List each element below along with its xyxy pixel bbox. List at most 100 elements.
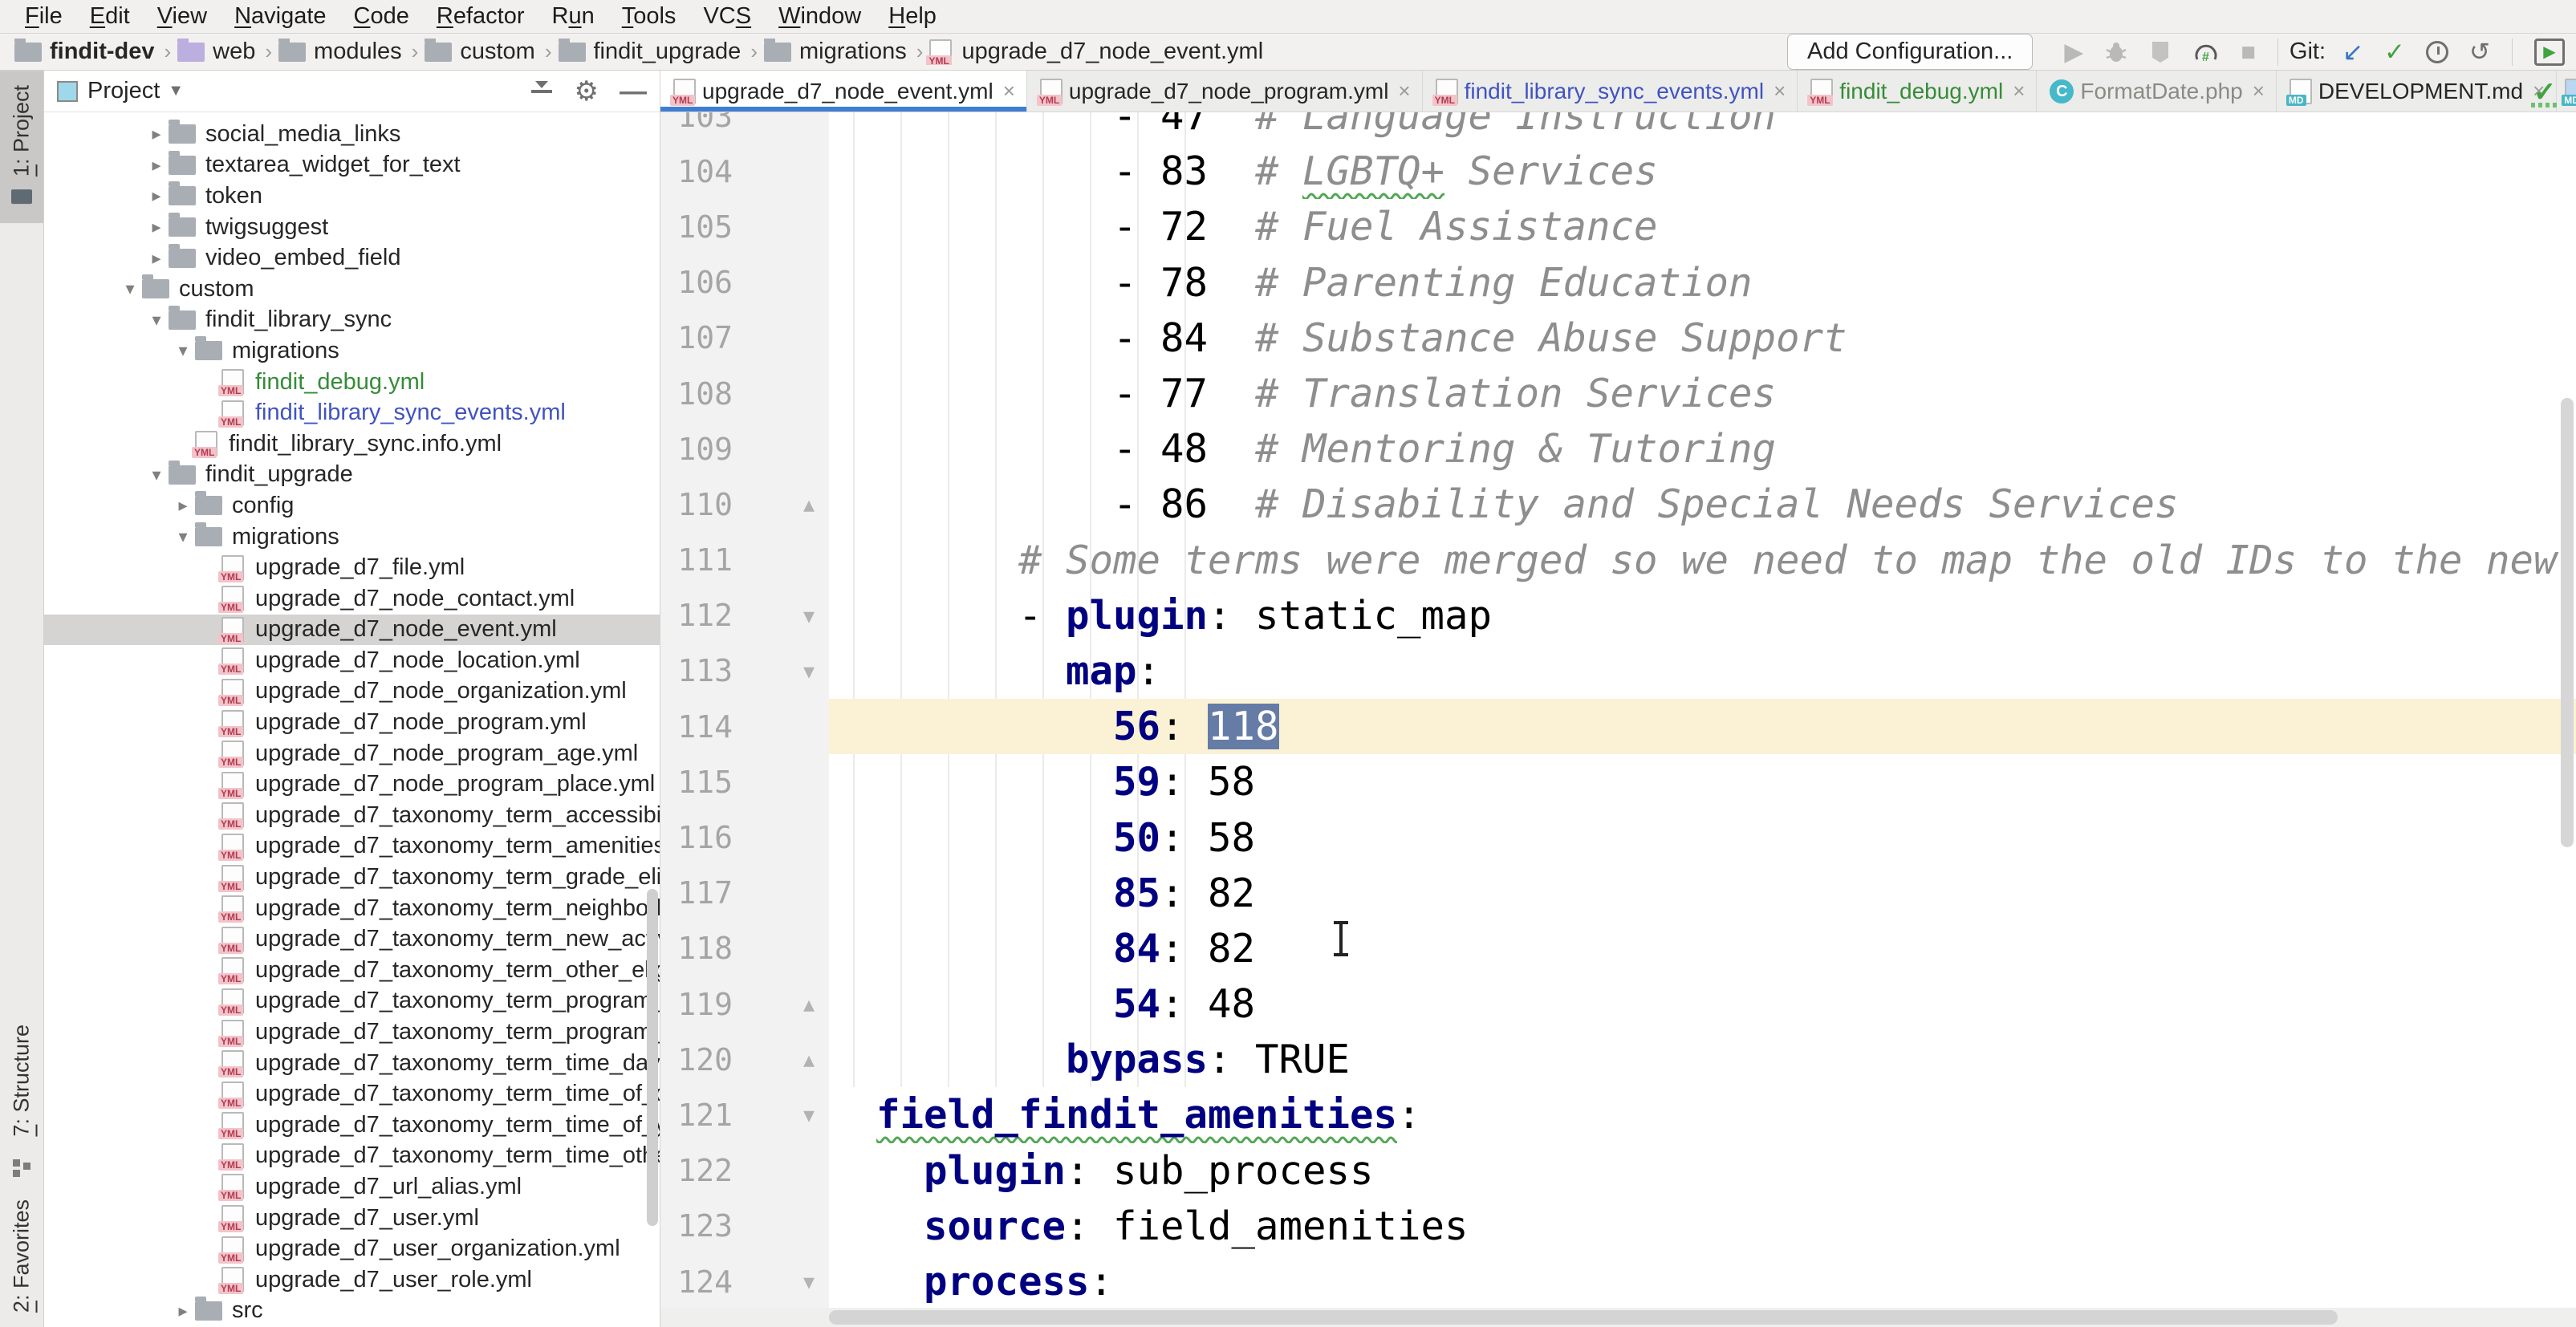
tree-row[interactable]: upgrade_d7_taxonomy_term_time_of_day.y <box>44 1078 660 1110</box>
chevron-down-icon[interactable]: ▼ <box>168 82 184 100</box>
menu-item-navigate[interactable]: Navigate <box>221 3 339 30</box>
chevron-collapsed-icon[interactable]: ▸ <box>144 185 169 206</box>
add-configuration-button[interactable]: Add Configuration... <box>1787 34 2033 70</box>
tree-row[interactable]: upgrade_d7_node_organization.yml <box>44 676 660 708</box>
tree-row[interactable]: upgrade_d7_file.yml <box>44 552 660 583</box>
stop-icon[interactable]: ■ <box>2241 39 2256 64</box>
code-line[interactable]: 117 85: 82 <box>660 866 2576 921</box>
tree-row[interactable]: upgrade_d7_node_program.yml <box>44 707 660 738</box>
tree-row[interactable]: upgrade_d7_taxonomy_term_time_of_year. <box>44 1110 660 1141</box>
fold-icon[interactable]: ▾ <box>803 1102 815 1128</box>
hide-panel-icon[interactable]: — <box>620 78 647 105</box>
tab-close-icon[interactable]: × <box>2013 79 2025 103</box>
run-icon[interactable]: ▶ <box>2064 39 2083 64</box>
tree-row[interactable]: upgrade_d7_taxonomy_term_neighborhoo <box>44 893 660 924</box>
chevron-expanded-icon[interactable]: ▾ <box>144 310 169 331</box>
inspection-status-icon[interactable]: ✓ <box>2531 79 2558 108</box>
menu-item-vcs[interactable]: VCS <box>689 3 765 30</box>
editor-vscrollbar[interactable] <box>2561 398 2574 847</box>
tab[interactable]: findit_debug.yml× <box>1798 71 2037 112</box>
tree-row[interactable]: ▸social_media_links <box>44 119 660 150</box>
terminal-icon[interactable]: ▶ <box>2534 39 2565 66</box>
code-line[interactable]: 103 - 47 # Language Instruction <box>660 112 2576 144</box>
tree-row[interactable]: upgrade_d7_taxonomy_term_other_eligibili <box>44 955 660 986</box>
chevron-expanded-icon[interactable]: ▾ <box>171 340 195 361</box>
fold-icon[interactable]: ▴ <box>803 1046 815 1073</box>
hidden-tabs-indicator[interactable]: :▾☰2 <box>2557 71 2576 112</box>
chevron-expanded-icon[interactable]: ▾ <box>171 526 195 547</box>
tree-row[interactable]: findit_debug.yml <box>44 367 660 398</box>
tree-row[interactable]: ▾findit_upgrade <box>44 460 660 491</box>
tree-row[interactable]: upgrade_d7_user.yml <box>44 1203 660 1234</box>
tree-row[interactable]: upgrade_d7_url_alias.yml <box>44 1171 660 1203</box>
coverage-icon[interactable] <box>2149 40 2172 64</box>
tree-row[interactable]: upgrade_d7_node_location.yml <box>44 645 660 676</box>
code-line[interactable]: 123 source: field_amenities <box>660 1199 2576 1254</box>
tree-row[interactable]: ▸config <box>44 490 660 521</box>
toolwindow-tab-favorites[interactable]: 2: Favorites <box>0 1185 43 1327</box>
tab-close-icon[interactable]: × <box>2253 79 2265 103</box>
tree-row[interactable]: upgrade_d7_user_role.yml <box>44 1264 660 1296</box>
tree-row[interactable]: ▸twigsuggest <box>44 212 660 243</box>
code-line[interactable]: 115 59: 58 <box>660 754 2576 810</box>
breadcrumb-item[interactable]: upgrade_d7_node_event.yml <box>929 39 1266 65</box>
code-line[interactable]: 112▾ - plugin: static_map <box>660 588 2576 643</box>
chevron-expanded-icon[interactable]: ▾ <box>144 465 169 485</box>
project-panel-title[interactable]: Project <box>87 78 160 104</box>
tree-row[interactable]: upgrade_d7_user_organization.yml <box>44 1233 660 1264</box>
tab-close-icon[interactable]: × <box>1774 79 1786 103</box>
chevron-collapsed-icon[interactable]: ▸ <box>144 155 169 176</box>
code-line[interactable]: 111 # Some terms were merged so we need … <box>660 533 2576 588</box>
fold-icon[interactable]: ▾ <box>803 1268 815 1295</box>
breadcrumb-item[interactable]: migrations <box>764 39 910 65</box>
fold-icon[interactable]: ▾ <box>803 658 815 684</box>
code-line[interactable]: 109 - 48 # Mentoring & Tutoring <box>660 421 2576 477</box>
menu-item-view[interactable]: View <box>144 3 221 30</box>
code-line[interactable]: 120▴ bypass: TRUE <box>660 1032 2576 1087</box>
fold-icon[interactable]: ▴ <box>803 491 815 517</box>
menu-item-window[interactable]: Window <box>765 3 875 30</box>
code-line[interactable]: 114 56: 118 <box>660 699 2576 754</box>
tab[interactable]: upgrade_d7_node_event.yml× <box>660 71 1027 112</box>
code-line[interactable]: 113▾ map: <box>660 643 2576 699</box>
menu-item-file[interactable]: File <box>11 3 76 30</box>
breadcrumb-item[interactable]: web <box>177 39 258 65</box>
code-line[interactable]: 118 84: 82 <box>660 921 2576 976</box>
chevron-collapsed-icon[interactable]: ▸ <box>144 248 169 269</box>
tab-close-icon[interactable]: × <box>1003 79 1015 103</box>
tree-row[interactable]: upgrade_d7_node_event.yml <box>44 615 660 646</box>
menu-item-tools[interactable]: Tools <box>608 3 690 30</box>
menu-item-edit[interactable]: Edit <box>76 3 144 30</box>
code-line[interactable]: 124▾ process: <box>660 1254 2576 1309</box>
settings-gear-icon[interactable]: ⚙ <box>575 78 599 105</box>
toolwindow-tab-project[interactable]: 1: Project <box>0 71 43 223</box>
tree-row[interactable]: upgrade_d7_taxonomy_term_new_activities <box>44 923 660 955</box>
tree-row[interactable]: upgrade_d7_taxonomy_term_program_cate <box>44 986 660 1017</box>
breadcrumb-item[interactable]: custom <box>425 39 538 65</box>
code-line[interactable]: 108 - 77 # Translation Services <box>660 366 2576 421</box>
tree-row[interactable]: ▸video_embed_field <box>44 242 660 274</box>
git-history-icon[interactable] <box>2426 41 2448 63</box>
tree-row[interactable]: upgrade_d7_node_program_place.yml <box>44 769 660 800</box>
tree-row[interactable]: upgrade_d7_taxonomy_term_amenities.yml <box>44 831 660 862</box>
tree-row[interactable]: ▾migrations <box>44 335 660 367</box>
editor-hscrollbar[interactable] <box>660 1308 2576 1327</box>
tree-row[interactable]: ▸textarea_widget_for_text <box>44 150 660 181</box>
code-line[interactable]: 116 50: 58 <box>660 810 2576 865</box>
tree-scrollbar[interactable] <box>647 889 658 1226</box>
chevron-collapsed-icon[interactable]: ▸ <box>171 495 195 516</box>
git-update-icon[interactable]: ↙ <box>2342 39 2363 64</box>
tree-row[interactable]: upgrade_d7_taxonomy_term_accessibility_c <box>44 800 660 831</box>
chevron-collapsed-icon[interactable]: ▸ <box>171 1301 195 1321</box>
breadcrumb-item[interactable]: findit-dev <box>14 39 158 65</box>
menu-item-code[interactable]: Code <box>340 3 423 30</box>
tree-row[interactable]: findit_library_sync.info.yml <box>44 428 660 460</box>
code-line[interactable]: 106 - 78 # Parenting Education <box>660 255 2576 310</box>
collapse-all-icon[interactable] <box>530 79 554 103</box>
code-line[interactable]: 107 - 84 # Substance Abuse Support <box>660 310 2576 366</box>
menu-item-run[interactable]: Run <box>538 3 608 30</box>
git-commit-icon[interactable]: ✓ <box>2384 39 2405 64</box>
editor-body[interactable]: 103 - 47 # Language Instruction104 - 83 … <box>660 112 2576 1327</box>
code-line[interactable]: 122 plugin: sub_process <box>660 1143 2576 1199</box>
tab[interactable]: CFormatDate.php× <box>2037 71 2277 112</box>
